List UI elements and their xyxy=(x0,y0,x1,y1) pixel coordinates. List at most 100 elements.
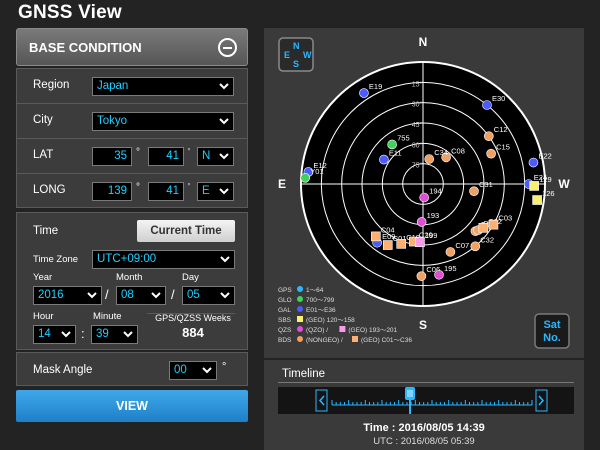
time-panel: Time Current Time Time Zone UTC+09:00 Ye… xyxy=(16,212,248,350)
month-select[interactable]: 08 xyxy=(116,286,166,305)
minute-select[interactable]: 39 xyxy=(91,325,138,344)
lat-direction-value: N xyxy=(202,150,211,162)
compass-icon-e: E xyxy=(284,50,290,60)
legend-marker xyxy=(297,306,303,312)
hour-value: 14 xyxy=(38,328,51,340)
long-degrees-input[interactable]: 139 xyxy=(92,182,132,201)
satellite-marker xyxy=(415,237,425,248)
long-label: LONG xyxy=(33,184,66,196)
satellite-marker xyxy=(434,269,444,280)
compass-toggle-icon[interactable]: N E W S xyxy=(278,37,314,72)
chevron-down-icon xyxy=(61,331,71,338)
sat-no-line2: No. xyxy=(543,332,561,344)
lat-direction-select[interactable]: N xyxy=(197,147,234,166)
region-select[interactable]: Japan xyxy=(92,77,234,96)
legend-system: BDS xyxy=(278,337,292,344)
day-value: 05 xyxy=(187,289,200,301)
minute-label: Minute xyxy=(93,311,122,322)
chevron-down-icon xyxy=(123,331,133,338)
chevron-down-icon xyxy=(219,118,229,125)
mask-angle-select[interactable]: 00 xyxy=(169,361,217,380)
date-separator: / xyxy=(105,287,109,302)
legend-row-gal: GAL E01～E36 xyxy=(278,306,336,314)
legend-system: GLO xyxy=(278,297,292,304)
satellite-marker xyxy=(379,154,389,165)
timeline-prev-button[interactable] xyxy=(315,389,328,412)
timezone-select[interactable]: UTC+09:00 xyxy=(92,250,235,269)
legend-range: (GEO) 120～158 xyxy=(306,317,355,324)
city-select[interactable]: Tokyo xyxy=(92,112,234,131)
hour-label: Hour xyxy=(33,311,54,322)
current-time-button[interactable]: Current Time xyxy=(137,220,235,242)
timeline-next-button[interactable] xyxy=(535,389,548,412)
legend-marker xyxy=(297,296,303,302)
lat-label: LAT xyxy=(33,149,54,161)
region-label: Region xyxy=(33,79,70,91)
satellite-label: C12 xyxy=(494,125,508,134)
minute-symbol: ' xyxy=(188,182,190,193)
year-value: 2016 xyxy=(38,289,64,301)
compass-icon-s: S xyxy=(293,59,299,69)
mask-angle-unit: ° xyxy=(222,361,227,373)
satellite-label: E22 xyxy=(538,152,551,161)
elevation-label: 15° xyxy=(412,80,423,88)
satellite-label: E19 xyxy=(369,82,382,91)
legend-marker xyxy=(339,326,346,332)
satellite-marker xyxy=(416,217,427,227)
timeline-thumb[interactable] xyxy=(405,387,415,414)
sat-no-button[interactable]: Sat No. xyxy=(534,313,570,349)
legend-row-sbs: SBS (GEO) 120～158 xyxy=(278,316,355,324)
chevron-down-icon xyxy=(87,292,97,299)
long-direction-select[interactable]: E xyxy=(197,182,234,201)
timeline-track[interactable] xyxy=(278,387,574,414)
legend-range: E01～E36 xyxy=(306,307,336,314)
satellite-marker xyxy=(382,240,393,250)
collapse-minus-icon[interactable] xyxy=(218,38,237,57)
chevron-right-icon xyxy=(538,395,545,406)
timeline-panel: Timeline Time : 2016/08/05 14:39 UTC : 2… xyxy=(264,360,584,450)
satellite-marker xyxy=(484,131,494,141)
satellite-marker xyxy=(300,173,311,183)
satellite-label: C04 xyxy=(381,225,395,234)
timeline-ruler xyxy=(315,387,548,414)
hour-select[interactable]: 14 xyxy=(33,325,76,344)
legend-row-qzs: QZS (QZO) / (GEO) 193～201 xyxy=(278,326,398,334)
lat-degrees-input[interactable]: 35 xyxy=(92,147,132,166)
compass-icon-n: N xyxy=(293,41,300,51)
elevation-label: 45° xyxy=(412,121,423,129)
sky-plot-panel: N E W S N S E W 15° 30° 45° 60° 75° E19 E30 C1… xyxy=(264,28,584,358)
mask-angle-panel: Mask Angle 00 ° xyxy=(16,352,248,386)
month-value: 08 xyxy=(121,289,134,301)
sat-no-line1: Sat xyxy=(543,319,560,331)
satellite-marker xyxy=(469,186,479,196)
base-condition-header[interactable]: BASE CONDITION xyxy=(16,28,248,66)
legend-range: (NONGEO) / xyxy=(306,337,343,344)
city-value: Tokyo xyxy=(97,115,128,127)
legend-row-gps: GPS 1～64 xyxy=(278,286,324,294)
degree-symbol: ° xyxy=(136,147,140,158)
satellite-label: C03 xyxy=(498,214,512,223)
satellite-marker xyxy=(419,192,429,203)
legend-system: SBS xyxy=(278,317,292,324)
satellite-label: E30 xyxy=(492,94,505,103)
month-label: Month xyxy=(116,272,143,283)
elevation-label: 75° xyxy=(412,162,423,170)
legend-marker xyxy=(297,336,303,342)
chevron-down-icon xyxy=(219,83,229,90)
time-separator: : xyxy=(81,326,85,341)
satellite-marker xyxy=(396,239,407,249)
satellite-marker xyxy=(478,223,489,233)
year-select[interactable]: 2016 xyxy=(33,286,102,305)
satellite-label: 193 xyxy=(427,211,440,220)
long-minutes-input[interactable]: 41 xyxy=(148,182,184,201)
satellite-label: 194 xyxy=(429,187,442,196)
satellite-label: 129 xyxy=(539,175,552,184)
elevation-label: 30° xyxy=(412,101,423,109)
view-button[interactable]: VIEW xyxy=(16,390,248,422)
day-select[interactable]: 05 xyxy=(182,286,235,305)
satellite-label: 195 xyxy=(444,264,457,273)
lat-minutes-input[interactable]: 41 xyxy=(148,147,184,166)
legend-row-glo: GLO 700～799 xyxy=(278,296,335,304)
time-label: Time xyxy=(33,225,59,237)
satellite-label: C07 xyxy=(455,241,469,250)
